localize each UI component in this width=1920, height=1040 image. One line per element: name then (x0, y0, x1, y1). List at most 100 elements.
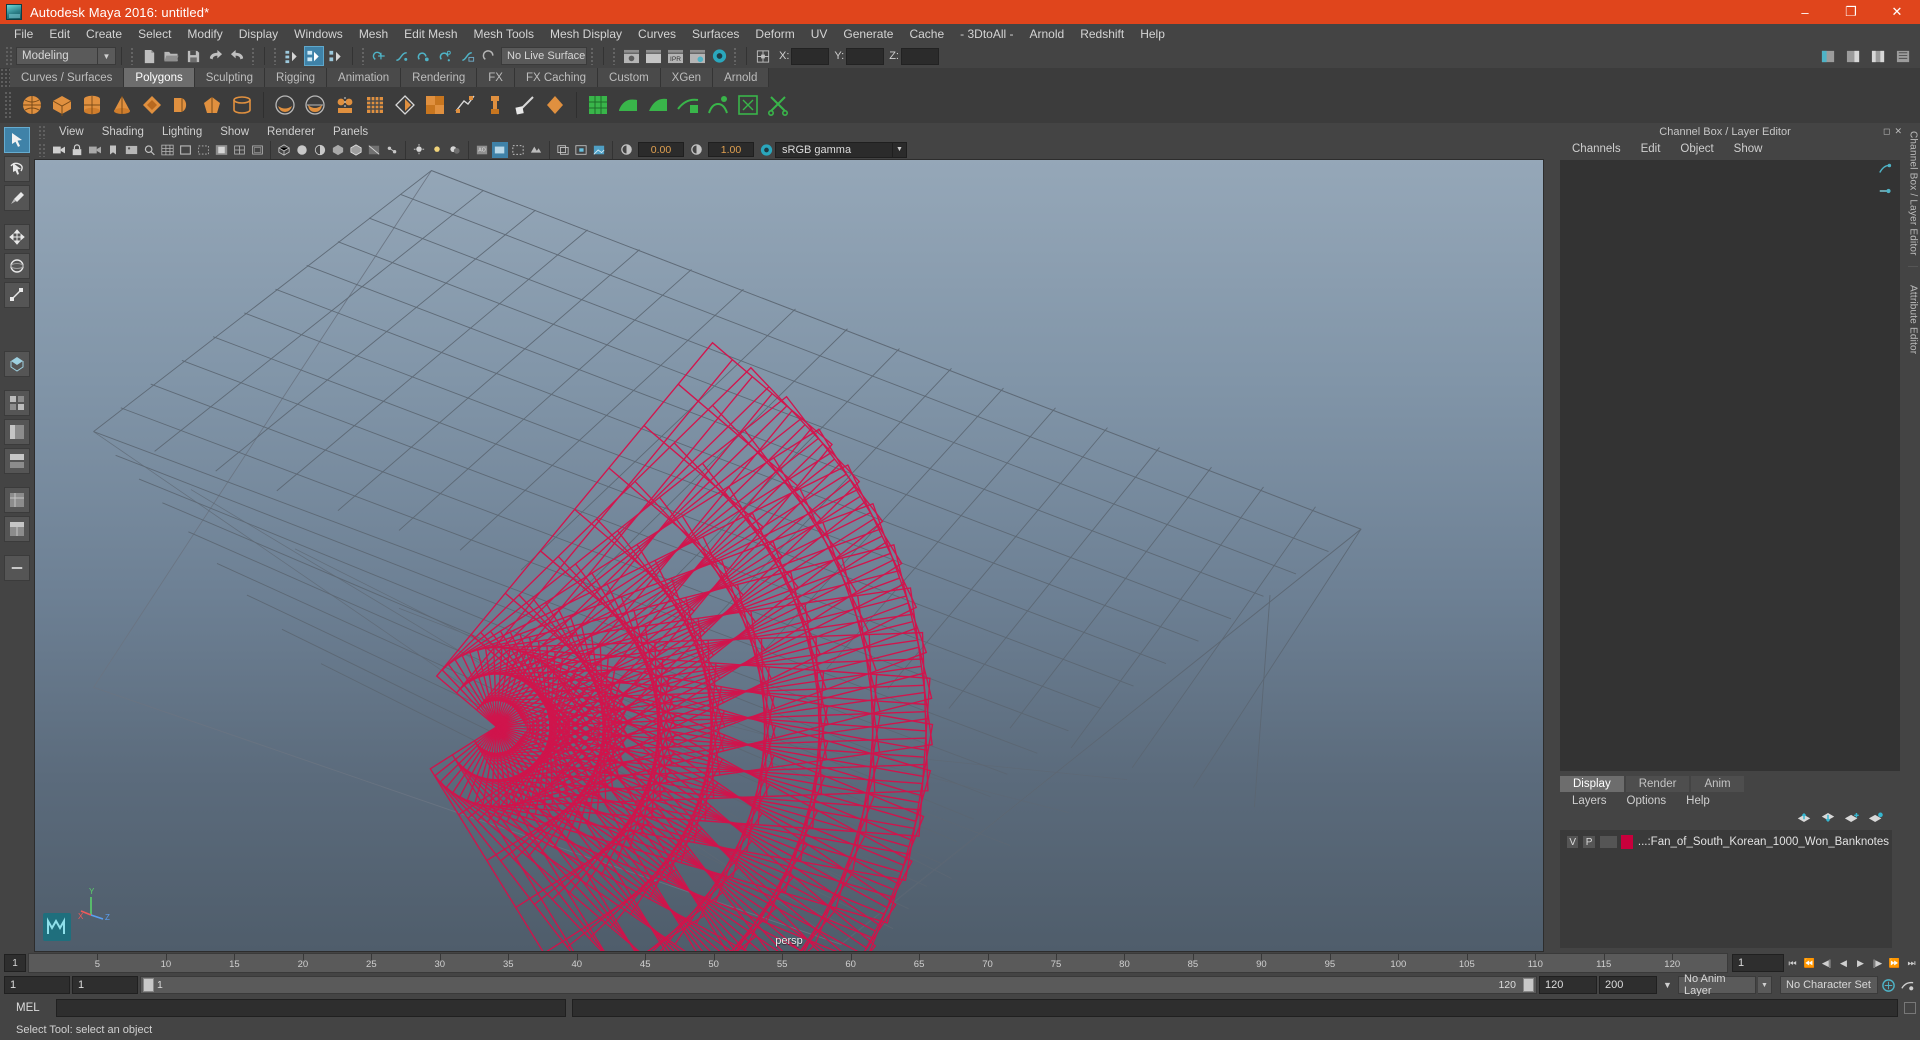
range-slider-right-handle[interactable] (1523, 978, 1534, 992)
film-gate-icon[interactable] (177, 142, 193, 158)
render-settings-icon[interactable] (687, 46, 707, 66)
play-forwards-icon[interactable]: ▶ (1852, 954, 1869, 972)
selection-mask-grip[interactable] (273, 47, 278, 65)
layer-visibility-toggle[interactable]: V (1566, 835, 1580, 849)
viewport-menu-view[interactable]: View (50, 126, 93, 138)
select-camera-icon[interactable] (51, 142, 67, 158)
transform-grip[interactable] (733, 47, 738, 65)
select-component-icon[interactable] (326, 46, 346, 66)
input-output-connections-icon[interactable] (753, 46, 773, 66)
gamma-icon[interactable] (688, 142, 704, 158)
safe-action-icon[interactable] (249, 142, 265, 158)
live-surface-field[interactable]: No Live Surface (501, 47, 587, 65)
layer-editor-tab-render[interactable]: Render (1625, 776, 1690, 792)
snap-point-icon[interactable] (414, 46, 434, 66)
multisample-icon[interactable] (510, 142, 526, 158)
menu-item-mesh[interactable]: Mesh (351, 25, 396, 43)
lighting-default-icon[interactable] (411, 142, 427, 158)
auto-keyframe-icon[interactable] (1880, 976, 1897, 994)
wireframe-on-shaded-icon[interactable] (348, 142, 364, 158)
shelf-tab-animation[interactable]: Animation (327, 68, 402, 87)
select-tool[interactable] (4, 127, 30, 153)
poly-boolean-difference-icon[interactable] (302, 92, 328, 118)
show-hide-modeling-toolkit-icon[interactable] (1818, 46, 1838, 66)
range-start-field[interactable]: 1 (4, 976, 70, 994)
z-axis-field[interactable] (900, 47, 939, 65)
layer-shading-toggle[interactable] (1598, 835, 1618, 849)
select-group-grip[interactable] (251, 47, 256, 65)
polyplane-icon[interactable] (169, 92, 195, 118)
more-layouts[interactable] (4, 555, 30, 581)
image-plane-icon[interactable] (123, 142, 139, 158)
channel-box-menu-channels[interactable]: Channels (1562, 143, 1631, 155)
step-back-frame-icon[interactable]: ◀| (1818, 954, 1835, 972)
anim-layer-field[interactable]: No Anim Layer (1678, 973, 1756, 997)
wireframe-icon[interactable] (276, 142, 292, 158)
shelf-tab-curves-surfaces[interactable]: Curves / Surfaces (10, 68, 125, 87)
poly-scissors-icon[interactable] (765, 92, 791, 118)
menu-item-curves[interactable]: Curves (630, 25, 684, 43)
menu-item-create[interactable]: Create (78, 25, 130, 43)
time-slider-track[interactable]: 5 10 15 20 25 30 35 40 45 50 55 60 65 70 75 80 85 90 95 100… (28, 953, 1728, 973)
range-slider-left-handle[interactable] (143, 978, 154, 992)
polyplatonic-icon[interactable] (229, 92, 255, 118)
polydisc-icon[interactable] (199, 92, 225, 118)
viewport-menu-lighting[interactable]: Lighting (153, 126, 211, 138)
go-to-end-icon[interactable]: ⏭ (1903, 954, 1920, 972)
x-axis-field[interactable] (791, 47, 830, 65)
save-scene-icon[interactable] (183, 46, 203, 66)
color-management-chevron-down-icon[interactable]: ▼ (893, 141, 907, 158)
poly-mirror-icon[interactable] (392, 92, 418, 118)
undo-icon[interactable] (205, 46, 225, 66)
flat-shade-icon[interactable] (330, 142, 346, 158)
lighting-all-icon[interactable] (429, 142, 445, 158)
menu-item-arnold[interactable]: Arnold (1022, 25, 1073, 43)
move-layer-down-icon[interactable] (1820, 811, 1836, 827)
shelf-tab-fx[interactable]: FX (477, 68, 515, 87)
polycylinder-icon[interactable] (79, 92, 105, 118)
polycone-icon[interactable] (109, 92, 135, 118)
layer-row[interactable]: V P ...:Fan_of_South_Korean_1000_Won_Bankn… (1563, 834, 1889, 850)
menu-item-uv[interactable]: UV (803, 25, 836, 43)
layer-playback-toggle[interactable]: P (1582, 835, 1596, 849)
menu-item-modify[interactable]: Modify (179, 25, 230, 43)
character-set-field[interactable]: No Character Set (1780, 976, 1878, 994)
poly-boolean-union-icon[interactable] (272, 92, 298, 118)
menu-item-generate[interactable]: Generate (835, 25, 901, 43)
close-panel-icon[interactable]: ✕ (1894, 126, 1902, 137)
menu-item-edit-mesh[interactable]: Edit Mesh (396, 25, 465, 43)
persp-graph-outliner-layout[interactable] (4, 516, 30, 542)
shelf-tab-xgen[interactable]: XGen (660, 68, 714, 87)
show-hide-attribute-editor-icon[interactable] (1843, 46, 1863, 66)
poly-combine-icon[interactable] (332, 92, 358, 118)
color-management-icon[interactable] (758, 142, 774, 158)
channel-box-menu-show[interactable]: Show (1724, 143, 1773, 155)
shelf-row-grip[interactable] (4, 91, 13, 119)
show-hide-channel-box-icon[interactable] (1893, 46, 1913, 66)
file-group-grip[interactable] (130, 47, 135, 65)
command-output[interactable] (572, 999, 1898, 1017)
four-view-layout[interactable] (4, 390, 30, 416)
menu-item-file[interactable]: File (6, 25, 41, 43)
shelf-tab-rendering[interactable]: Rendering (401, 68, 478, 87)
layer-name[interactable]: ...:Fan_of_South_Korean_1000_Won_Banknot… (1638, 836, 1889, 848)
menu-item-redshift[interactable]: Redshift (1072, 25, 1132, 43)
poly-bevel-icon[interactable] (452, 92, 478, 118)
menu-item-display[interactable]: Display (231, 25, 286, 43)
menu-item-deform[interactable]: Deform (747, 25, 802, 43)
anim-end-field[interactable]: 120 (1539, 976, 1597, 994)
polycube-icon[interactable] (49, 92, 75, 118)
channel-box-menu-object[interactable]: Object (1670, 143, 1723, 155)
snap-curve-icon[interactable] (392, 46, 412, 66)
step-forward-frame-icon[interactable]: |▶ (1869, 954, 1886, 972)
snap-projected-center-icon[interactable] (436, 46, 456, 66)
poly-target-weld-icon[interactable] (542, 92, 568, 118)
camera-attributes-icon[interactable] (87, 142, 103, 158)
hypershade-icon[interactable] (709, 46, 729, 66)
y-axis-field[interactable] (846, 47, 885, 65)
render-view-icon[interactable] (621, 46, 641, 66)
anim-layer-chevron-down-icon[interactable]: ▼ (1758, 976, 1772, 994)
range-end-field[interactable]: 200 (1599, 976, 1657, 994)
poly-uv-editor-icon[interactable] (645, 92, 671, 118)
layer-editor-tab-display[interactable]: Display (1560, 776, 1624, 792)
